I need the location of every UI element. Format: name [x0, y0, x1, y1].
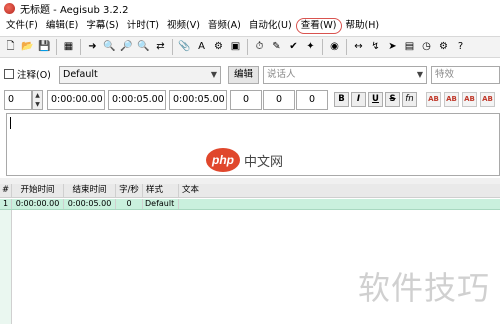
- strikeout-button[interactable]: S: [385, 92, 400, 107]
- comment-checkbox[interactable]: [4, 69, 14, 79]
- style-dropdown[interactable]: Default ▼: [59, 66, 221, 84]
- fonts-collector-icon[interactable]: A: [195, 40, 209, 54]
- layer-spinner[interactable]: ▲ ▼: [32, 90, 43, 110]
- margin-right-field[interactable]: 0: [263, 90, 295, 110]
- row-number: 1: [0, 199, 12, 209]
- watermark-php: php 中文网: [206, 148, 283, 172]
- zoom-in-icon[interactable]: 🔍: [103, 40, 117, 54]
- duration-field[interactable]: 0:00:05.00: [169, 90, 227, 110]
- spin-down-icon[interactable]: ▼: [33, 100, 42, 109]
- assistant-icon[interactable]: ✦: [304, 40, 318, 54]
- aegisub-logo-icon: [4, 3, 15, 14]
- bold-button[interactable]: B: [334, 92, 349, 107]
- actor-placeholder: 说话人: [267, 69, 296, 80]
- row-style: Default: [143, 199, 179, 209]
- styles-manager-icon[interactable]: ◉: [328, 40, 342, 54]
- snap-icon[interactable]: ↯: [369, 40, 383, 54]
- chevron-down-icon: ▼: [416, 70, 423, 79]
- automation-icon[interactable]: ⚙: [212, 40, 226, 54]
- help-icon[interactable]: ?: [454, 40, 468, 54]
- watermark-text: 中文网: [244, 154, 284, 170]
- toolbar-separator: [322, 39, 323, 55]
- actor-input[interactable]: 说话人 ▼: [263, 66, 427, 84]
- row-number-gutter: [0, 210, 12, 324]
- jump-to-icon[interactable]: ➜: [86, 40, 100, 54]
- menu-timing[interactable]: 计时(T): [123, 18, 163, 34]
- column-header-style[interactable]: 样式: [143, 184, 179, 197]
- translation-icon[interactable]: ✎: [270, 40, 284, 54]
- effect-input[interactable]: 特效: [431, 66, 500, 84]
- resample-icon[interactable]: ▣: [229, 40, 243, 54]
- toolbar-separator: [172, 39, 173, 55]
- menu-automation[interactable]: 自动化(U): [245, 18, 296, 34]
- row-cps: 0: [116, 199, 143, 209]
- window-title: 无标题 - Aegisub 3.2.2: [20, 5, 129, 16]
- new-file-icon[interactable]: 🗋: [4, 40, 18, 54]
- menu-help[interactable]: 帮助(H): [342, 18, 384, 34]
- table-row[interactable]: 1 0:00:00.00 0:00:05.00 0 Default: [0, 199, 500, 210]
- italic-button[interactable]: I: [351, 92, 366, 107]
- row-text: [179, 199, 500, 209]
- margin-left-field[interactable]: 0: [230, 90, 262, 110]
- watermark-corner-text: 软件技巧: [358, 269, 491, 307]
- chevron-down-icon: ▼: [210, 70, 217, 79]
- main-toolbar: 🗋 📂 💾 ▦ ➜ 🔍 🔎 🔍 ⇄ 📎 A ⚙ ▣ ⏱ ✎ ✔ ✦ ◉ ↔ ↯ …: [0, 36, 500, 58]
- column-header-end[interactable]: 结束时间: [64, 184, 116, 197]
- menu-edit[interactable]: 编辑(E): [42, 18, 82, 34]
- primary-color-button[interactable]: AB: [426, 92, 441, 107]
- layer-field[interactable]: 0: [4, 90, 32, 110]
- spell-check-icon[interactable]: ✔: [287, 40, 301, 54]
- end-time-field[interactable]: 0:00:05.00: [108, 90, 166, 110]
- toolbar-separator: [247, 39, 248, 55]
- secondary-color-button[interactable]: AB: [444, 92, 459, 107]
- video-details-icon[interactable]: ▤: [403, 40, 417, 54]
- attachments-icon[interactable]: 📎: [178, 40, 192, 54]
- toolbar-separator: [346, 39, 347, 55]
- column-header-start[interactable]: 开始时间: [12, 184, 64, 197]
- margin-vertical-field[interactable]: 0: [296, 90, 328, 110]
- spin-up-icon[interactable]: ▲: [33, 91, 42, 100]
- menu-video[interactable]: 视频(V): [163, 18, 204, 34]
- grid-header: # 开始时间 结束时间 字/秒 样式 文本: [0, 184, 500, 198]
- properties-icon[interactable]: ▦: [62, 40, 76, 54]
- timing-icon[interactable]: ↔: [352, 40, 366, 54]
- style-value: Default: [63, 69, 98, 80]
- row-end-time: 0:00:05.00: [64, 199, 116, 209]
- menu-view[interactable]: 查看(W): [295, 18, 342, 34]
- toolbar-separator: [80, 39, 81, 55]
- menu-file[interactable]: 文件(F): [2, 18, 42, 34]
- title-bar: 无标题 - Aegisub 3.2.2: [0, 0, 500, 17]
- clock-icon[interactable]: ◷: [420, 40, 434, 54]
- shadow-color-button[interactable]: AB: [480, 92, 495, 107]
- shift-times-icon[interactable]: ⏱: [253, 40, 267, 54]
- font-button[interactable]: fn: [402, 92, 417, 107]
- edit-style-button[interactable]: 编辑: [228, 66, 259, 84]
- kanji-timer-icon[interactable]: ➤: [386, 40, 400, 54]
- menu-bar: 文件(F) 编辑(E) 字幕(S) 计时(T) 视频(V) 音频(A) 自动化(…: [0, 17, 500, 35]
- zoom-out-icon[interactable]: 🔎: [120, 40, 134, 54]
- underline-button[interactable]: U: [368, 92, 383, 107]
- start-time-field[interactable]: 0:00:00.00: [47, 90, 105, 110]
- watermark-badge: php: [206, 148, 240, 172]
- settings-icon[interactable]: ⚙: [437, 40, 451, 54]
- find-icon[interactable]: 🔍: [137, 40, 151, 54]
- column-header-cps[interactable]: 字/秒: [116, 184, 143, 197]
- replace-icon[interactable]: ⇄: [154, 40, 168, 54]
- row-start-time: 0:00:00.00: [12, 199, 64, 209]
- toolbar-separator: [56, 39, 57, 55]
- column-header-number[interactable]: #: [0, 184, 12, 197]
- comment-label: 注释(O): [17, 70, 51, 81]
- column-header-text[interactable]: 文本: [179, 184, 500, 197]
- menu-audio[interactable]: 音频(A): [204, 18, 245, 34]
- outline-color-button[interactable]: AB: [462, 92, 477, 107]
- text-caret: [10, 117, 11, 129]
- save-icon[interactable]: 💾: [38, 40, 52, 54]
- open-file-icon[interactable]: 📂: [21, 40, 35, 54]
- menu-subtitle[interactable]: 字幕(S): [82, 18, 122, 34]
